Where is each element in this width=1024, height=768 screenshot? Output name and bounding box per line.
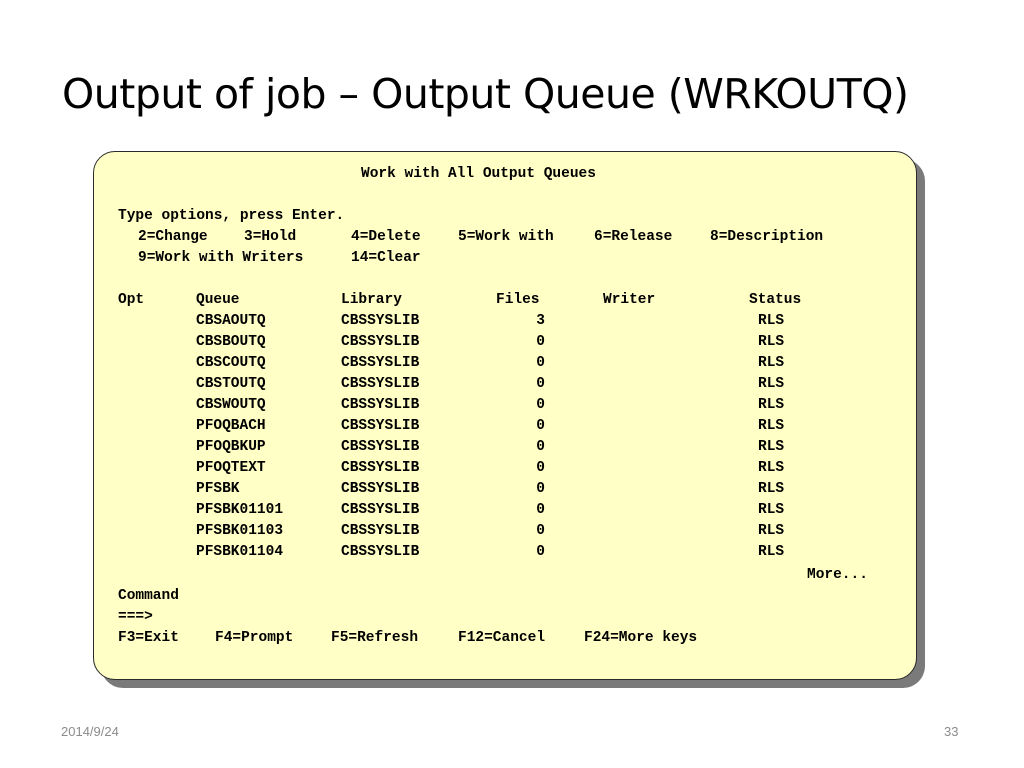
row-queue: CBSCOUTQ bbox=[196, 355, 266, 371]
terminal-content: Work with All Output Queues Type options… bbox=[94, 152, 916, 679]
slide-date: 2014/9/24 bbox=[61, 724, 119, 739]
fkey-refresh[interactable]: F5=Refresh bbox=[331, 630, 418, 646]
instructions-text: Type options, press Enter. bbox=[118, 208, 345, 224]
row-queue: CBSAOUTQ bbox=[196, 313, 266, 329]
row-queue: CBSWOUTQ bbox=[196, 397, 266, 413]
fkey-cancel[interactable]: F12=Cancel bbox=[458, 630, 545, 646]
command-line-input[interactable] bbox=[166, 609, 666, 625]
option-change: 2=Change bbox=[138, 229, 208, 245]
fkey-more-keys[interactable]: F24=More keys bbox=[584, 630, 697, 646]
header-files: Files bbox=[496, 292, 540, 308]
row-queue: PFOQBACH bbox=[196, 418, 266, 434]
header-status: Status bbox=[749, 292, 802, 308]
command-label: Command bbox=[118, 588, 179, 604]
more-indicator: More... bbox=[807, 567, 868, 583]
row-library: CBSSYSLIB bbox=[341, 418, 420, 434]
row-opt-input[interactable] bbox=[118, 481, 148, 497]
option-hold: 3=Hold bbox=[244, 229, 297, 245]
row-queue: PFSBK01104 bbox=[196, 544, 284, 560]
row-opt-input[interactable] bbox=[118, 334, 148, 350]
row-queue: PFOQBKUP bbox=[196, 439, 266, 455]
row-status: RLS bbox=[758, 397, 785, 413]
row-opt-input[interactable] bbox=[118, 418, 148, 434]
header-library: Library bbox=[341, 292, 402, 308]
row-status: RLS bbox=[758, 376, 785, 392]
row-opt-input[interactable] bbox=[118, 544, 148, 560]
row-files: 0 bbox=[536, 544, 545, 560]
row-files: 0 bbox=[536, 460, 545, 476]
row-status: RLS bbox=[758, 418, 785, 434]
row-status: RLS bbox=[758, 355, 785, 371]
row-queue: PFOQTEXT bbox=[196, 460, 266, 476]
row-opt-input[interactable] bbox=[118, 502, 148, 518]
row-files: 0 bbox=[536, 418, 545, 434]
row-status: RLS bbox=[758, 460, 785, 476]
fkey-prompt[interactable]: F4=Prompt bbox=[215, 630, 293, 646]
row-files: 0 bbox=[536, 523, 545, 539]
option-clear: 14=Clear bbox=[351, 250, 421, 266]
row-files: 0 bbox=[536, 397, 545, 413]
row-library: CBSSYSLIB bbox=[341, 460, 420, 476]
option-release: 6=Release bbox=[594, 229, 673, 245]
row-status: RLS bbox=[758, 523, 785, 539]
row-library: CBSSYSLIB bbox=[341, 439, 420, 455]
row-status: RLS bbox=[758, 313, 785, 329]
row-library: CBSSYSLIB bbox=[341, 481, 420, 497]
row-status: RLS bbox=[758, 439, 785, 455]
row-files: 0 bbox=[536, 376, 545, 392]
option-work-with: 5=Work with bbox=[458, 229, 554, 245]
row-opt-input[interactable] bbox=[118, 439, 148, 455]
row-status: RLS bbox=[758, 481, 785, 497]
screen-title: Work with All Output Queues bbox=[361, 166, 596, 182]
row-library: CBSSYSLIB bbox=[341, 502, 420, 518]
row-library: CBSSYSLIB bbox=[341, 544, 420, 560]
row-opt-input[interactable] bbox=[118, 523, 148, 539]
row-opt-input[interactable] bbox=[118, 397, 148, 413]
row-opt-input[interactable] bbox=[118, 355, 148, 371]
fkey-exit[interactable]: F3=Exit bbox=[118, 630, 179, 646]
row-status: RLS bbox=[758, 502, 785, 518]
option-description: 8=Description bbox=[710, 229, 824, 245]
row-files: 0 bbox=[536, 481, 545, 497]
row-files: 0 bbox=[536, 502, 545, 518]
row-opt-input[interactable] bbox=[118, 376, 148, 392]
row-library: CBSSYSLIB bbox=[341, 355, 420, 371]
row-library: CBSSYSLIB bbox=[341, 334, 420, 350]
slide-title: Output of job – Output Queue (WRKOUTQ) bbox=[62, 70, 909, 118]
row-opt-input[interactable] bbox=[118, 460, 148, 476]
row-opt-input[interactable] bbox=[118, 313, 148, 329]
row-queue: CBSTOUTQ bbox=[196, 376, 266, 392]
row-status: RLS bbox=[758, 334, 785, 350]
row-library: CBSSYSLIB bbox=[341, 523, 420, 539]
row-library: CBSSYSLIB bbox=[341, 397, 420, 413]
command-prompt: ===> bbox=[118, 609, 153, 625]
row-files: 0 bbox=[536, 439, 545, 455]
row-library: CBSSYSLIB bbox=[341, 313, 420, 329]
header-opt: Opt bbox=[118, 292, 145, 308]
row-status: RLS bbox=[758, 544, 785, 560]
row-queue: PFSBK01103 bbox=[196, 523, 284, 539]
slide-page-number: 33 bbox=[944, 724, 959, 739]
row-files: 0 bbox=[536, 355, 545, 371]
row-library: CBSSYSLIB bbox=[341, 376, 420, 392]
header-writer: Writer bbox=[603, 292, 656, 308]
row-files: 0 bbox=[536, 334, 545, 350]
header-queue: Queue bbox=[196, 292, 240, 308]
row-files: 3 bbox=[536, 313, 545, 329]
row-queue: CBSBOUTQ bbox=[196, 334, 266, 350]
row-queue: PFSBK bbox=[196, 481, 240, 497]
terminal-screen: Work with All Output Queues Type options… bbox=[93, 151, 917, 680]
option-delete: 4=Delete bbox=[351, 229, 421, 245]
row-queue: PFSBK01101 bbox=[196, 502, 284, 518]
option-work-with-writers: 9=Work with Writers bbox=[138, 250, 304, 266]
